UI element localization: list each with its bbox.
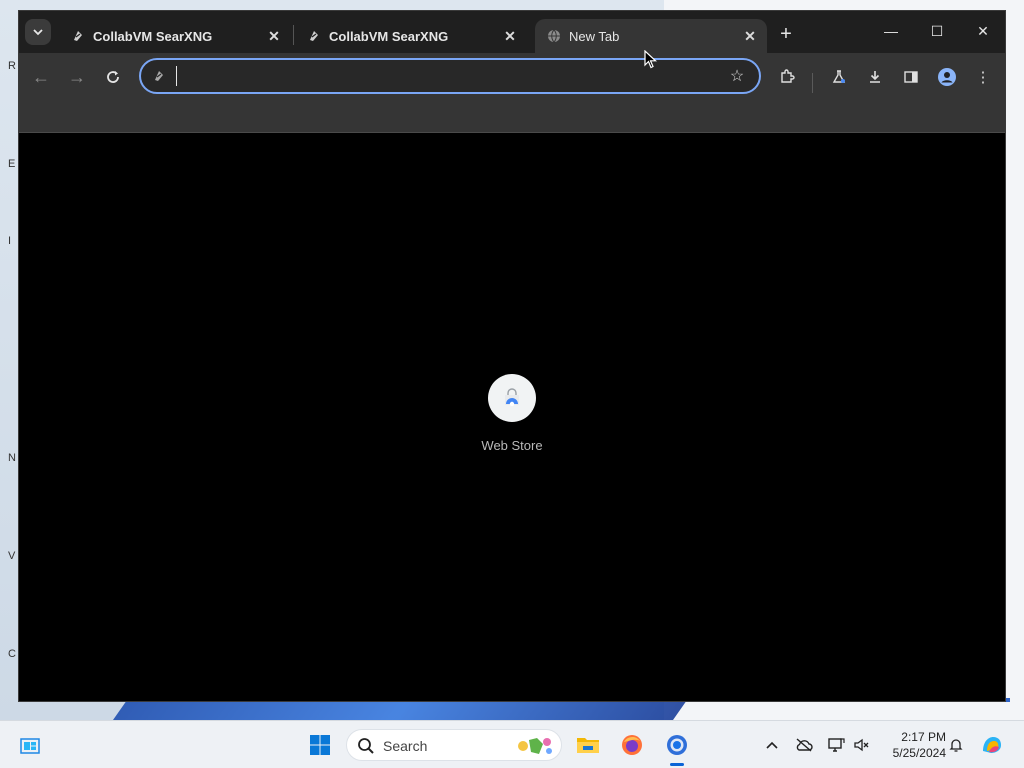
cloud-offline-icon — [796, 738, 813, 752]
reload-icon — [107, 71, 119, 83]
widgets-button[interactable] — [14, 729, 46, 761]
chrome-button[interactable] — [661, 729, 693, 761]
arrow-left-icon: ← — [32, 66, 50, 87]
network-monitor-icon — [828, 738, 845, 752]
globe-icon — [547, 29, 561, 43]
chrome-icon — [667, 735, 687, 755]
side-panel-icon — [904, 71, 918, 83]
bell-icon — [949, 739, 963, 752]
shortcut-label: Web Store — [481, 438, 543, 453]
new-tab-button[interactable]: + — [773, 21, 799, 47]
desktop-icon-label[interactable]: V — [8, 550, 18, 562]
plus-icon: + — [780, 22, 792, 45]
labs-button[interactable] — [825, 63, 853, 91]
kebab-menu-icon: ⋮ — [975, 69, 991, 86]
extensions-button[interactable] — [773, 63, 801, 91]
desktop-icon-label[interactable]: E — [8, 158, 18, 170]
close-window-button[interactable]: ✕ — [963, 17, 1003, 45]
download-icon — [870, 71, 880, 83]
copilot-icon — [983, 737, 1001, 753]
notifications-button[interactable] — [946, 735, 966, 755]
puzzle-icon — [781, 69, 795, 83]
address-input[interactable] — [175, 66, 715, 86]
tab-new-tab[interactable]: New Tab ✕ — [535, 19, 767, 53]
shortcut-icon-circle — [488, 374, 536, 422]
browser-window: CollabVM SearXNG ✕ CollabVM SearXNG ✕ Ne… — [18, 10, 1006, 702]
mouse-cursor — [644, 50, 658, 69]
chevron-down-icon — [33, 29, 43, 36]
side-panel-button[interactable] — [897, 63, 925, 91]
chevron-up-icon — [766, 741, 778, 749]
maximize-icon: ☐ — [930, 22, 944, 39]
firefox-icon — [622, 735, 642, 755]
firefox-button[interactable] — [616, 729, 648, 761]
maximize-button[interactable]: ☐ — [917, 17, 957, 45]
searxng-icon — [151, 68, 167, 84]
onedrive-status[interactable] — [794, 735, 814, 755]
tab-title: CollabVM SearXNG — [93, 28, 213, 44]
file-explorer-button[interactable] — [572, 729, 604, 761]
searxng-icon — [71, 29, 85, 43]
volume-status[interactable] — [852, 735, 872, 755]
close-icon: ✕ — [977, 22, 989, 39]
text-caret — [176, 66, 177, 86]
clock-time: 2:17 PM — [901, 730, 946, 744]
tab-title: New Tab — [569, 28, 620, 44]
minimize-icon: — — [884, 23, 898, 39]
file-explorer-icon — [577, 738, 599, 753]
bookmark-star-icon[interactable]: ☆ — [727, 66, 747, 86]
search-label: Search — [383, 738, 428, 754]
clock-date: 5/25/2024 — [892, 746, 946, 760]
menu-button[interactable]: ⋮ — [969, 63, 997, 91]
tab-title: CollabVM SearXNG — [329, 28, 449, 44]
tab-collabvm-searxng-1[interactable]: CollabVM SearXNG ✕ — [59, 19, 291, 53]
taskbar: Search 2:17 PM 5/25/2024 — [0, 720, 1024, 768]
show-hidden-icons-button[interactable] — [762, 735, 782, 755]
copilot-button[interactable] — [976, 729, 1008, 761]
desktop-icon-label[interactable]: R — [8, 60, 18, 72]
toolbar-divider — [812, 73, 813, 93]
address-bar[interactable]: ☆ — [139, 58, 761, 94]
web-store-icon — [505, 388, 519, 407]
widgets-icon — [20, 738, 40, 754]
close-tab-icon[interactable]: ✕ — [499, 25, 521, 47]
active-app-indicator — [670, 763, 684, 766]
start-button[interactable] — [304, 729, 336, 761]
system-clock[interactable]: 2:17 PM 5/25/2024 — [876, 729, 946, 761]
taskbar-search[interactable]: Search — [346, 729, 562, 761]
searxng-icon — [307, 29, 321, 43]
close-tab-icon[interactable]: ✕ — [263, 25, 285, 47]
tab-search-button[interactable] — [25, 19, 51, 45]
profile-button[interactable] — [933, 63, 961, 91]
desktop-icon-label[interactable]: I — [8, 235, 18, 247]
profile-icon — [938, 68, 956, 86]
speaker-muted-icon — [854, 738, 869, 752]
browser-toolbar: ← → ☆ ⋮ — [19, 53, 1005, 133]
windows-start-icon — [310, 735, 330, 755]
arrow-right-icon: → — [68, 66, 86, 87]
desktop-icon-label[interactable]: C — [8, 648, 18, 660]
tab-strip: CollabVM SearXNG ✕ CollabVM SearXNG ✕ Ne… — [19, 11, 1005, 53]
forward-button[interactable]: → — [63, 63, 91, 91]
close-tab-icon[interactable]: ✕ — [739, 25, 761, 47]
minimize-button[interactable]: — — [871, 17, 911, 45]
new-tab-page: Web Store — [19, 133, 1005, 701]
search-icon — [358, 738, 374, 754]
flask-icon — [832, 70, 846, 83]
desktop-icon-label[interactable]: N — [8, 452, 18, 464]
search-highlight-icon — [518, 738, 552, 754]
reload-button[interactable] — [99, 63, 127, 91]
tab-divider — [293, 25, 294, 45]
downloads-button[interactable] — [861, 63, 889, 91]
back-button[interactable]: ← — [27, 63, 55, 91]
network-status[interactable] — [826, 735, 846, 755]
shortcut-web-store[interactable]: Web Store — [475, 374, 549, 453]
tab-collabvm-searxng-2[interactable]: CollabVM SearXNG ✕ — [295, 19, 527, 53]
